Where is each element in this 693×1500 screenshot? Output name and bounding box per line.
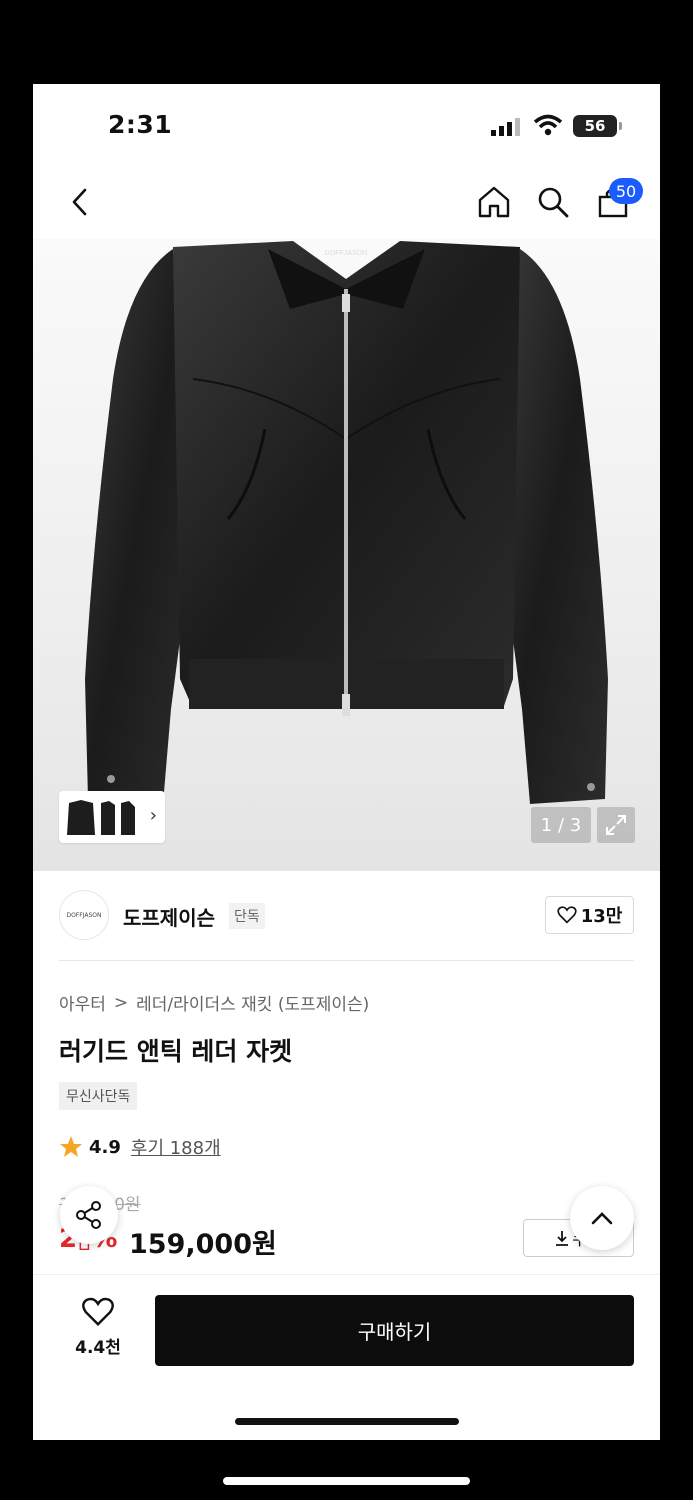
status-time: 2:31 xyxy=(108,110,173,139)
outer-home-indicator xyxy=(223,1477,470,1485)
share-button[interactable] xyxy=(60,1186,118,1244)
breadcrumb: 아우터 > 레더/라이더스 재킷 (도프제이슨) xyxy=(59,990,369,1016)
brand-logo[interactable]: DOFFJASON xyxy=(59,890,109,940)
scroll-top-button[interactable] xyxy=(570,1186,634,1250)
wishlist-button[interactable]: 4.4천 xyxy=(63,1297,133,1358)
breadcrumb-subcategory[interactable]: 레더/라이더스 재킷 (도프제이슨) xyxy=(136,990,369,1015)
chevron-right-icon: > xyxy=(113,992,129,1013)
divider xyxy=(59,960,634,961)
thumbnail-strip[interactable]: › xyxy=(59,791,165,843)
back-button[interactable] xyxy=(61,182,97,222)
rating-score: 4.9 xyxy=(89,1136,121,1158)
search-button[interactable] xyxy=(533,182,573,222)
heart-icon xyxy=(82,1297,114,1327)
top-navigation xyxy=(33,174,660,234)
sale-price: 159,000원 xyxy=(129,1229,277,1260)
expand-icon xyxy=(606,815,626,835)
thumbnail-images xyxy=(67,800,135,835)
home-button[interactable] xyxy=(474,182,514,222)
share-icon xyxy=(76,1201,101,1229)
brand-name[interactable]: 도프제이슨 xyxy=(123,902,215,931)
image-counter: 1 / 3 xyxy=(531,807,591,843)
brand-like-count: 13만 xyxy=(580,906,623,927)
leather-jacket-image: DOFFJASON xyxy=(85,241,608,804)
rating-row: 4.9 후기 188개 xyxy=(59,1134,221,1160)
star-icon xyxy=(60,1136,82,1157)
expand-button[interactable] xyxy=(597,807,635,843)
product-image-gallery[interactable]: DOFFJASON › 1 / 3 xyxy=(33,239,660,871)
wishlist-count: 4.4천 xyxy=(75,1338,121,1358)
brand-exclusive-tag: 단독 xyxy=(229,903,265,929)
chevron-up-icon xyxy=(591,1212,613,1225)
status-bar: 2:31 56 xyxy=(33,84,660,164)
app-screen: 2:31 56 50 DOFFJASON › 1 / 3 DOFFJASON 도… xyxy=(33,84,660,1440)
home-icon xyxy=(478,186,510,218)
signal-icon xyxy=(491,118,520,136)
back-icon xyxy=(72,188,87,216)
cart-count-badge: 50 xyxy=(609,178,643,204)
brand-like-button[interactable]: 13만 xyxy=(545,896,634,934)
home-indicator[interactable] xyxy=(235,1418,459,1425)
download-icon xyxy=(556,1231,569,1246)
jacket-label-logo: DOFFJASON xyxy=(325,250,367,257)
battery-indicator: 56 xyxy=(573,115,622,137)
review-link[interactable]: 후기 188개 xyxy=(131,1134,221,1160)
bottom-action-bar: 4.4천 구매하기 xyxy=(33,1274,660,1374)
exclusive-badge: 무신사단독 xyxy=(59,1082,138,1110)
breadcrumb-category[interactable]: 아우터 xyxy=(59,990,106,1015)
chevron-right-icon: › xyxy=(149,805,157,826)
wifi-icon xyxy=(533,114,563,136)
brand-row: DOFFJASON 도프제이슨 단독 13만 xyxy=(33,884,660,962)
search-icon xyxy=(538,187,569,218)
heart-icon xyxy=(557,906,577,924)
product-title: 러기드 앤틱 레더 자켓 xyxy=(59,1037,293,1066)
buy-button[interactable]: 구매하기 xyxy=(155,1295,634,1366)
